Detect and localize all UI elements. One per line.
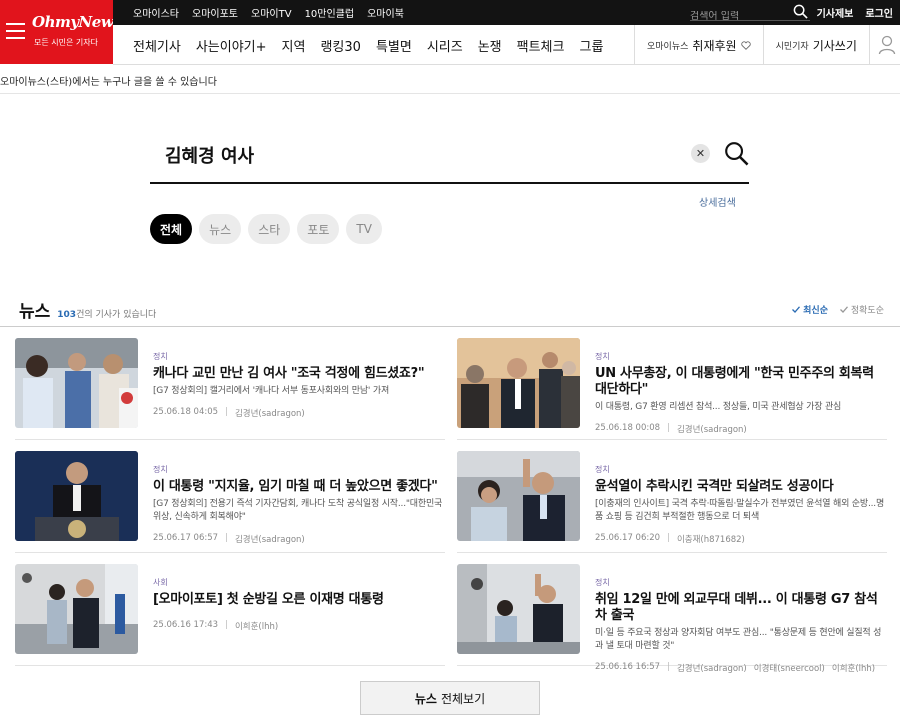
support-link[interactable]: 오마이뉴스 취재후원: [635, 37, 763, 54]
article-item[interactable]: 정치 윤석열이 추락시킨 국격만 되살려도 성공이다 [이충재의 인사이트] 국…: [457, 451, 887, 553]
top-link[interactable]: 오마이TV: [251, 5, 292, 20]
filter-tab-tv[interactable]: TV: [346, 214, 382, 244]
article-title[interactable]: [오마이포토] 첫 순방길 오른 이재명 대통령: [153, 592, 445, 608]
article-thumbnail[interactable]: [457, 338, 580, 428]
nav-item[interactable]: 전체기사: [133, 36, 181, 55]
article-summary: [이충재의 인사이트] 국격 추락·따돌림·말실수가 전부였던 윤석열 해외 순…: [595, 499, 885, 522]
report-link[interactable]: 기사제보: [817, 5, 854, 20]
filter-tab-star[interactable]: 스타: [248, 214, 291, 244]
nav-item[interactable]: 사는이야기+: [196, 36, 267, 55]
close-icon[interactable]: ✕: [691, 144, 710, 163]
article-category: 사회: [153, 578, 168, 587]
top-link[interactable]: 오마이포토: [192, 5, 238, 20]
nav-item[interactable]: 팩트체크: [517, 36, 565, 55]
main-search: ✕: [150, 135, 749, 184]
article-thumbnail[interactable]: [457, 451, 580, 541]
filter-tab-photo[interactable]: 포토: [297, 214, 340, 244]
article-item[interactable]: 사회 [오마이포토] 첫 순방길 오른 이재명 대통령 25.06.16 17:…: [15, 564, 445, 666]
notice-text: 오마이뉴스(스타)에서는 누구나 글을 쓸 수 있습니다: [0, 77, 217, 88]
header-search: [690, 4, 810, 22]
article-author[interactable]: 이희훈(lhh): [235, 620, 278, 632]
nav-item[interactable]: 논쟁: [478, 36, 502, 55]
article-category: 정치: [595, 578, 610, 587]
news-section-header: 뉴스 103건의 기사가 있습니다: [19, 297, 156, 322]
section-title: 뉴스: [19, 302, 51, 322]
article-title[interactable]: 윤석열이 추락시킨 국격만 되살려도 성공이다: [595, 479, 887, 495]
search-icon[interactable]: [793, 4, 808, 19]
divider: [0, 326, 900, 327]
article-item[interactable]: 정치 이 대통령 "지지율, 임기 마칠 때 더 높았으면 좋겠다" [G7 정…: [15, 451, 445, 553]
article-category: 정치: [153, 465, 168, 474]
article-date: 25.06.17 06:20: [595, 533, 661, 543]
nav-item[interactable]: 시리즈: [427, 36, 463, 55]
sort-accuracy[interactable]: 정확도순: [840, 303, 884, 316]
main-nav: 전체기사 사는이야기+ 지역 랭킹30 특별면 시리즈 논쟁 팩트체크 그룹 오…: [113, 25, 900, 65]
nav-item[interactable]: 특별면: [376, 36, 412, 55]
article-thumbnail[interactable]: [15, 451, 138, 541]
person-icon[interactable]: [878, 35, 896, 55]
logo-slogan: 모든 시민은 기자다: [34, 38, 98, 47]
divider: [868, 25, 870, 65]
top-link[interactable]: 오마이북: [367, 5, 404, 20]
article-title[interactable]: UN 사무총장, 이 대통령에게 "한국 민주주의 회복력 대단하다": [595, 366, 887, 398]
article-author[interactable]: 이충재(h871682): [677, 533, 745, 545]
article-date: 25.06.18 04:05: [153, 407, 219, 417]
sort-latest[interactable]: 최신순: [792, 303, 828, 316]
article-date: 25.06.16 17:43: [153, 620, 219, 630]
article-category: 정치: [153, 352, 168, 361]
article-summary: [G7 정상회의] 전용기 즉석 기자간담회, 캐나다 도착 공식일정 시작..…: [153, 499, 443, 522]
article-title[interactable]: 이 대통령 "지지율, 임기 마칠 때 더 높았으면 좋겠다": [153, 479, 445, 495]
article-author[interactable]: 김경년(sadragon): [235, 407, 305, 419]
search-icon[interactable]: [724, 141, 749, 166]
article-category: 정치: [595, 465, 610, 474]
nav-item[interactable]: 랭킹30: [320, 36, 360, 55]
article-summary: [G7 정상회의] 캘거리에서 '캐나다 서부 동포사회와의 만남' 가져: [153, 386, 390, 396]
filter-tabs: 전체 뉴스 스타 포토 TV: [150, 214, 382, 244]
article-author[interactable]: 이희훈(lhh): [832, 662, 875, 674]
menu-icon[interactable]: [6, 23, 25, 39]
article-date: 25.06.18 00:08: [595, 423, 661, 433]
view-all-news-button[interactable]: 뉴스 전체보기: [360, 681, 540, 715]
article-summary: 이 대통령, G7 환영 리셉션 참석... 정상들, 미국 관세협상 가장 관…: [595, 402, 842, 412]
article-thumbnail[interactable]: [15, 338, 138, 428]
article-item[interactable]: 정치 취임 12일 만에 외교무대 데뷔... 이 대통령 G7 참석차 출국 …: [457, 564, 887, 674]
article-author[interactable]: 김경년(sadragon): [235, 533, 305, 545]
nav-item[interactable]: 그룹: [579, 36, 603, 55]
logo-box[interactable]: OhmyNews 모든 시민은 기자다: [0, 0, 122, 64]
sort-options: 최신순 정확도순: [792, 303, 884, 316]
result-count: 103건의 기사가 있습니다: [57, 310, 157, 320]
article-item[interactable]: 정치 UN 사무총장, 이 대통령에게 "한국 민주주의 회복력 대단하다" 이…: [457, 338, 887, 440]
article-author[interactable]: 김경년(sadragon): [677, 662, 747, 674]
article-title[interactable]: 취임 12일 만에 외교무대 데뷔... 이 대통령 G7 참석차 출국: [595, 592, 887, 624]
top-link[interactable]: 10만인클럽: [305, 5, 355, 20]
article-title[interactable]: 캐나다 교민 만난 김 여사 "조국 걱정에 힘드셨죠?": [153, 366, 445, 382]
article-date: 25.06.17 06:57: [153, 533, 219, 543]
article-item[interactable]: 정치 캐나다 교민 만난 김 여사 "조국 걱정에 힘드셨죠?" [G7 정상회…: [15, 338, 445, 440]
write-link[interactable]: 시민기자 기사쓰기: [764, 37, 869, 54]
heart-icon: [740, 40, 751, 50]
divider: [0, 93, 900, 94]
login-link[interactable]: 로그인: [865, 5, 893, 20]
top-bar: 오마이스타 오마이포토 오마이TV 10만인클럽 오마이북 기사제보 로그인: [113, 0, 900, 25]
article-thumbnail[interactable]: [15, 564, 138, 654]
header-search-input[interactable]: [690, 11, 785, 22]
detail-search-link[interactable]: 상세검색: [699, 194, 736, 209]
article-summary: 미·일 등 주요국 정상과 양자회담 여부도 관심... "통상문제 등 현안에…: [595, 628, 882, 651]
article-author[interactable]: 김경년(sadragon): [677, 423, 747, 435]
check-icon: [840, 306, 848, 313]
logo[interactable]: OhmyNews: [32, 13, 122, 31]
filter-tab-news[interactable]: 뉴스: [199, 214, 242, 244]
filter-tab-all[interactable]: 전체: [150, 214, 193, 244]
check-icon: [792, 306, 801, 313]
article-thumbnail[interactable]: [457, 564, 580, 654]
top-link[interactable]: 오마이스타: [133, 5, 179, 20]
article-author[interactable]: 이경태(sneercool): [754, 662, 825, 674]
search-input[interactable]: [165, 141, 665, 169]
article-category: 정치: [595, 352, 610, 361]
top-links: 오마이스타 오마이포토 오마이TV 10만인클럽 오마이북: [133, 0, 404, 25]
article-date: 25.06.16 16:57: [595, 662, 661, 672]
nav-item[interactable]: 지역: [282, 36, 306, 55]
